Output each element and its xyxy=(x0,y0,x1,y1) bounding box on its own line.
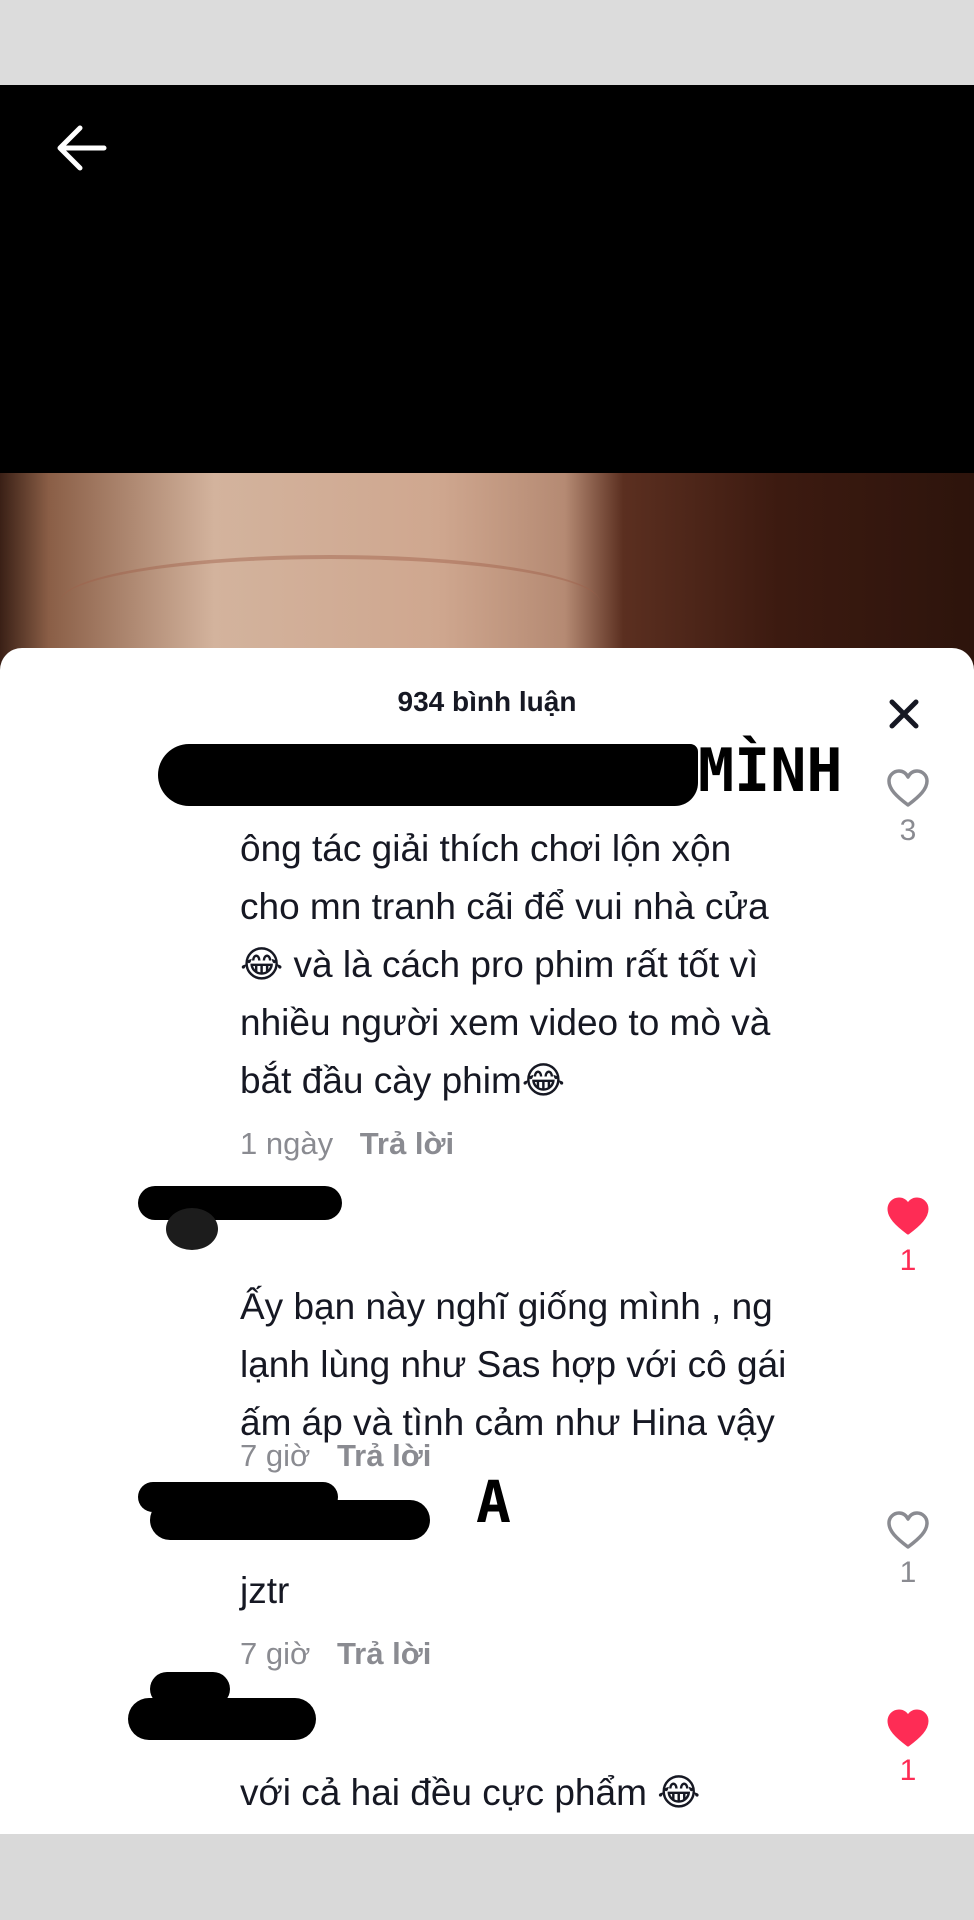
reply-button[interactable]: Trả lời xyxy=(337,1438,431,1473)
video-frame-detail xyxy=(60,555,600,649)
comment-line: 😂 và là cách pro phim rất tốt vì xyxy=(240,944,759,985)
comment-line: bắt đầu cày phim😂 xyxy=(240,1060,566,1101)
status-bar-area xyxy=(0,0,974,85)
close-button[interactable] xyxy=(882,692,926,736)
comment-line: cho mn tranh cãi để vui nhà cửa xyxy=(240,886,769,927)
annotation-a: A xyxy=(476,1468,511,1536)
redacted-username xyxy=(150,1500,430,1540)
comment-meta: 7 giờ Trả lời xyxy=(240,1438,431,1474)
comment-time: 7 giờ xyxy=(240,1636,311,1671)
like-count: 1 xyxy=(899,1754,917,1787)
comment-time: 7 giờ xyxy=(240,1438,311,1473)
comments-sheet: 934 bình luận MÌNH ông tác giải thích ch… xyxy=(0,648,974,1834)
arrow-left-icon xyxy=(57,125,107,171)
bottom-bar-area xyxy=(0,1834,974,1920)
annotation-minh: MÌNH xyxy=(698,736,843,806)
redacted-username xyxy=(138,1186,342,1220)
comment-line: với cả hai đều cực phẩm 😂 xyxy=(240,1772,701,1813)
heart-icon[interactable] xyxy=(886,1510,930,1550)
comment-line: lạnh lùng như Sas hợp với cô gái xyxy=(240,1344,787,1385)
comment-text: jztr xyxy=(240,1562,860,1620)
heart-icon[interactable] xyxy=(886,1708,930,1748)
like-count: 1 xyxy=(899,1244,917,1277)
comment-line: nhiều người xem video to mò và xyxy=(240,1002,771,1043)
heart-icon[interactable] xyxy=(886,1196,930,1236)
comment-text: Ấy bạn này nghĩ giống mình , ng lạnh lùn… xyxy=(240,1278,860,1452)
redacted-avatar xyxy=(166,1208,218,1250)
comment-line: jztr xyxy=(240,1570,290,1611)
back-button[interactable] xyxy=(52,118,112,178)
comment-meta: 1 ngày Trả lời xyxy=(240,1126,454,1162)
comment-text: với cả hai đều cực phẩm 😂 xyxy=(240,1764,860,1822)
close-icon xyxy=(889,699,919,729)
like-count: 1 xyxy=(899,1556,917,1589)
like-count: 3 xyxy=(899,814,917,847)
reply-button[interactable]: Trả lời xyxy=(360,1126,454,1161)
comment-count-title: 934 bình luận xyxy=(397,686,577,717)
redacted-username xyxy=(128,1698,316,1740)
redacted-username xyxy=(158,744,698,806)
comment-time: 1 ngày xyxy=(240,1126,334,1161)
comment-line: Ấy bạn này nghĩ giống mình , ng xyxy=(240,1286,773,1327)
reply-button[interactable]: Trả lời xyxy=(337,1636,431,1671)
heart-icon[interactable] xyxy=(886,768,930,808)
comment-line: ông tác giải thích chơi lộn xộn xyxy=(240,828,732,869)
comment-meta: 7 giờ Trả lời xyxy=(240,1636,431,1672)
comment-text: ông tác giải thích chơi lộn xộn cho mn t… xyxy=(240,820,860,1110)
